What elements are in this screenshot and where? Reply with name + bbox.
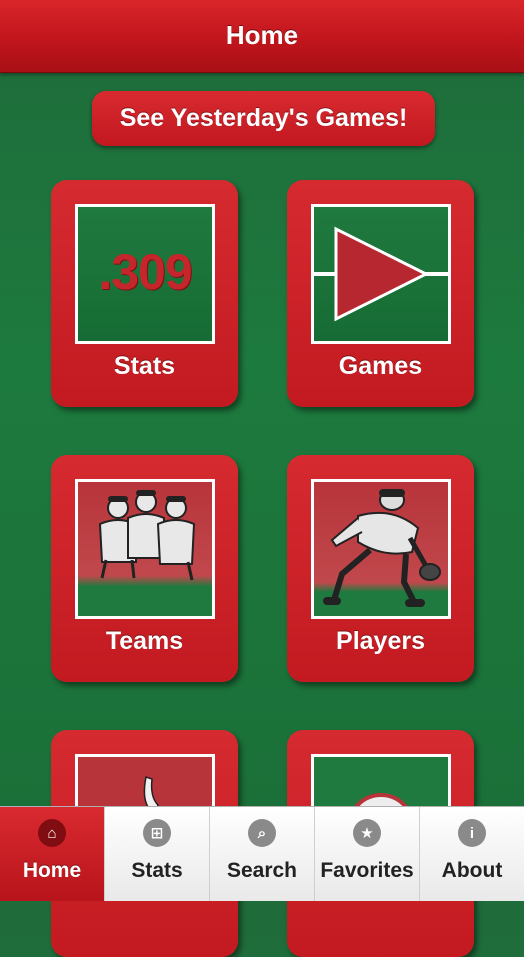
star-icon: ★ (353, 819, 381, 847)
team-players-illustration (98, 490, 196, 581)
tab-about[interactable]: i About (419, 807, 524, 901)
tab-home-label: Home (22, 859, 82, 882)
tab-home[interactable]: ⌂ Home (0, 807, 104, 901)
teams-image (75, 479, 215, 619)
nav-header: Home (0, 0, 524, 73)
tab-favorites[interactable]: ★ Favorites (314, 807, 419, 901)
grid-icon: ⊞ (143, 819, 171, 847)
players-tile[interactable]: Players (287, 455, 474, 682)
games-tile-label: Games (338, 352, 423, 380)
games-image (311, 204, 451, 344)
players-tile-label: Players (336, 627, 425, 655)
tab-about-label: About (441, 859, 503, 882)
stat-number: .309 (98, 244, 192, 300)
teams-tile-label: Teams (105, 627, 184, 655)
tab-favorites-label: Favorites (320, 859, 414, 882)
page-title: Home (225, 20, 299, 50)
tab-search-label: Search (226, 859, 298, 882)
tab-bar: ⌂ Home ⊞ Stats ⌕ Search ★ Favorites i Ab… (0, 806, 524, 901)
home-icon: ⌂ (38, 819, 66, 847)
stats-tile[interactable]: .309 Stats (51, 180, 238, 407)
yesterdays-games-button[interactable]: See Yesterday's Games! (92, 91, 435, 146)
fielder-illustration (323, 489, 441, 607)
tab-search[interactable]: ⌕ Search (209, 807, 314, 901)
players-image (311, 479, 451, 619)
search-icon: ⌕ (248, 819, 276, 847)
play-triangle-icon (314, 226, 448, 322)
tab-stats-label: Stats (131, 859, 183, 882)
stats-tile-label: Stats (113, 352, 176, 380)
info-icon: i (458, 819, 486, 847)
teams-tile[interactable]: Teams (51, 455, 238, 682)
games-tile[interactable]: Games (287, 180, 474, 407)
tab-stats[interactable]: ⊞ Stats (104, 807, 209, 901)
stats-image: .309 (75, 204, 215, 344)
